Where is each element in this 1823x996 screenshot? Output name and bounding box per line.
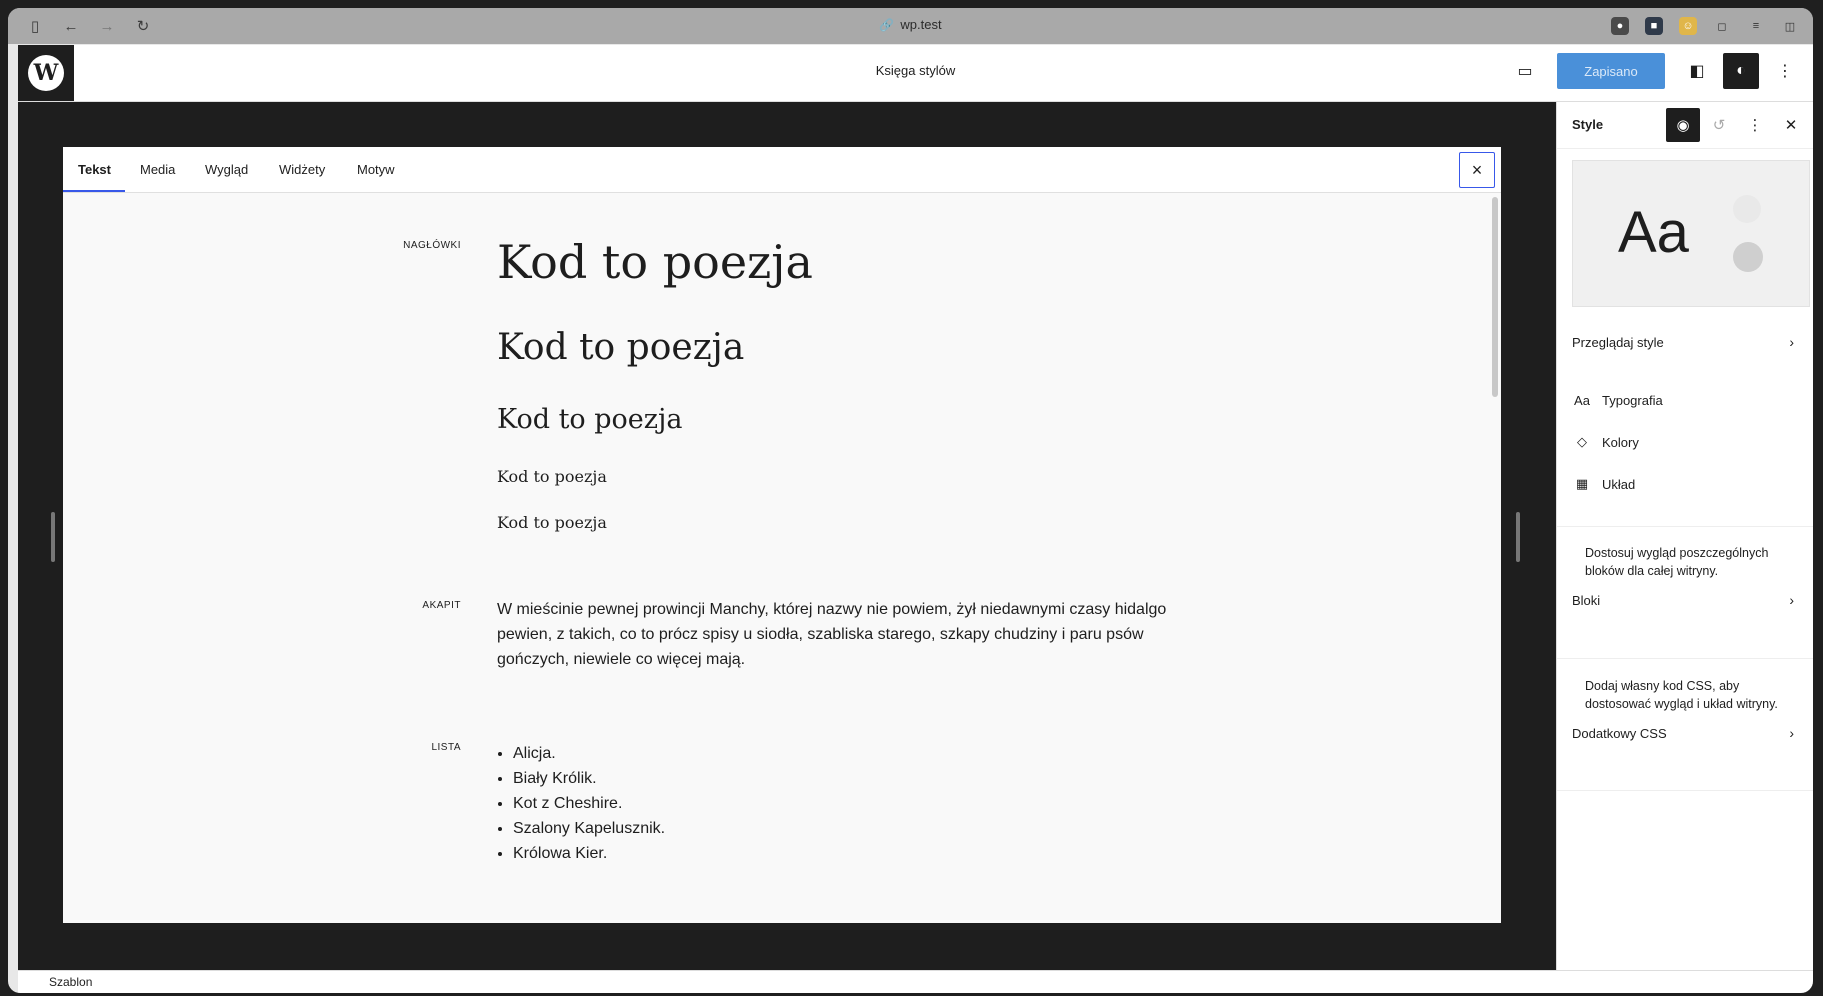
resize-handle-left[interactable] [51,512,55,562]
chevron-right-icon: › [1789,334,1794,350]
editor-footer: Szablon [18,970,1813,993]
heading-5-sample[interactable]: Kod to poezja [497,513,607,532]
tab-design[interactable]: Wygląd [205,162,248,177]
color-swatch [1733,195,1761,223]
extension-icon[interactable]: ■ [1645,17,1663,35]
scrollbar[interactable] [1492,197,1498,397]
typography-icon: Aa [1574,392,1590,408]
tab-text[interactable]: Tekst [78,162,111,177]
address-bar[interactable]: 🔗 wp.test [8,17,1813,32]
list-item: Królowa Kier. [513,841,665,866]
divider [1557,526,1813,527]
css-description: Dodaj własny kod CSS, aby dostosować wyg… [1585,679,1778,711]
extension-icon[interactable]: ● [1611,17,1629,35]
sidebar-item-colors[interactable]: ◇ Kolory [1572,424,1798,460]
tab-widgets[interactable]: Widżety [279,162,325,177]
blocks-description: Dostosuj wygląd poszczególnych bloków dl… [1585,546,1769,578]
styles-icon[interactable]: ◐ [1723,53,1759,89]
styles-sidebar: Style ◉ ↺ ⋮ ✕ Aa Przeglądaj style › Aa T… [1556,102,1813,970]
extension-icon[interactable]: ≡ [1747,17,1765,35]
sidebar-title: Style [1572,117,1604,132]
save-button[interactable]: Zapisano [1557,53,1665,89]
browser-toolbar: ▯ ← → ↻ 🔗 wp.test ● ■ ☺ ◻ ≡ ◫ [8,8,1813,44]
extension-icon[interactable]: ☺ [1679,17,1697,35]
list-item: Szalony Kapelusznik. [513,816,665,841]
style-book-eye-icon[interactable]: ◉ [1666,108,1700,142]
list-item: Alicja. [513,741,665,766]
editor-header: W Księga stylów ▭ Zapisano ◧ ◐ ⋮ [18,45,1813,102]
browse-styles-label: Przeglądaj style [1572,334,1664,350]
browse-styles-item[interactable]: Przeglądaj style › [1572,324,1798,360]
paragraph-sample[interactable]: W mieścinie pewnej prowincji Manchy, któ… [497,597,1177,672]
list-sample[interactable]: Alicja. Biały Królik. Kot z Cheshire. Sz… [497,741,665,866]
split-view-icon[interactable]: ◫ [1781,17,1799,35]
style-book: Tekst Media Wygląd Widżety Motyw × NAGŁÓ… [63,147,1501,923]
style-preview[interactable]: Aa [1572,160,1810,307]
blocks-label: Bloki [1572,592,1601,608]
chevron-right-icon: › [1789,592,1794,608]
layout-icon: ▦ [1575,476,1589,491]
additional-css-item[interactable]: Dodatkowy CSS › [1572,715,1798,751]
options-menu-icon[interactable]: ⋮ [1767,53,1803,89]
close-button[interactable]: × [1459,152,1495,188]
tab-theme[interactable]: Motyw [357,162,395,177]
sidebar-header: Style ◉ ↺ ⋮ ✕ [1557,102,1813,149]
section-label-paragraph: AKAPIT [422,600,461,611]
divider [1557,790,1813,791]
resize-handle-right[interactable] [1516,512,1520,562]
tab-media[interactable]: Media [140,162,175,177]
droplet-icon: ◇ [1577,434,1587,449]
url-text: wp.test [900,17,942,32]
heading-3-sample[interactable]: Kod to poezja [497,404,682,435]
link-icon: 🔗 [879,18,895,32]
revisions-icon[interactable]: ↺ [1702,108,1736,142]
settings-panel-icon[interactable]: ◧ [1679,53,1715,89]
section-label-headings: NAGŁÓWKI [403,240,461,251]
browser-window: ▯ ← → ↻ 🔗 wp.test ● ■ ☺ ◻ ≡ ◫ W Księga st… [8,8,1813,993]
active-tab-indicator [63,190,125,192]
close-icon: × [1471,159,1483,180]
wp-site-editor: W Księga stylów ▭ Zapisano ◧ ◐ ⋮ Tekst M… [18,45,1813,993]
preview-text: Aa [1618,200,1689,265]
heading-1-sample[interactable]: Kod to poezja [497,235,813,289]
color-swatch [1733,242,1763,272]
style-book-tabs: Tekst Media Wygląd Widżety Motyw × [63,147,1501,193]
sidebar-item-label: Układ [1602,476,1636,492]
sidebar-item-layout[interactable]: ▦ Układ [1572,466,1798,502]
sidebar-item-typography[interactable]: Aa Typografia [1572,382,1798,418]
heading-2-sample[interactable]: Kod to poezja [497,327,744,368]
editor-canvas: Tekst Media Wygląd Widżety Motyw × NAGŁÓ… [18,102,1555,970]
sidebar-item-label: Typografia [1602,392,1663,408]
additional-css-label: Dodatkowy CSS [1572,725,1667,741]
divider [1557,658,1813,659]
chevron-right-icon: › [1789,725,1794,741]
extension-icon[interactable]: ◻ [1713,17,1731,35]
heading-4-sample[interactable]: Kod to poezja [497,467,607,486]
sidebar-item-label: Kolory [1602,434,1639,450]
section-label-list: LISTA [431,742,461,753]
more-options-icon[interactable]: ⋮ [1738,108,1772,142]
blocks-item[interactable]: Bloki › [1572,582,1798,618]
device-preview-icon[interactable]: ▭ [1507,53,1543,89]
list-item: Biały Królik. [513,766,665,791]
list-item: Kot z Cheshire. [513,791,665,816]
breadcrumb[interactable]: Szablon [49,975,92,989]
close-icon[interactable]: ✕ [1774,108,1808,142]
